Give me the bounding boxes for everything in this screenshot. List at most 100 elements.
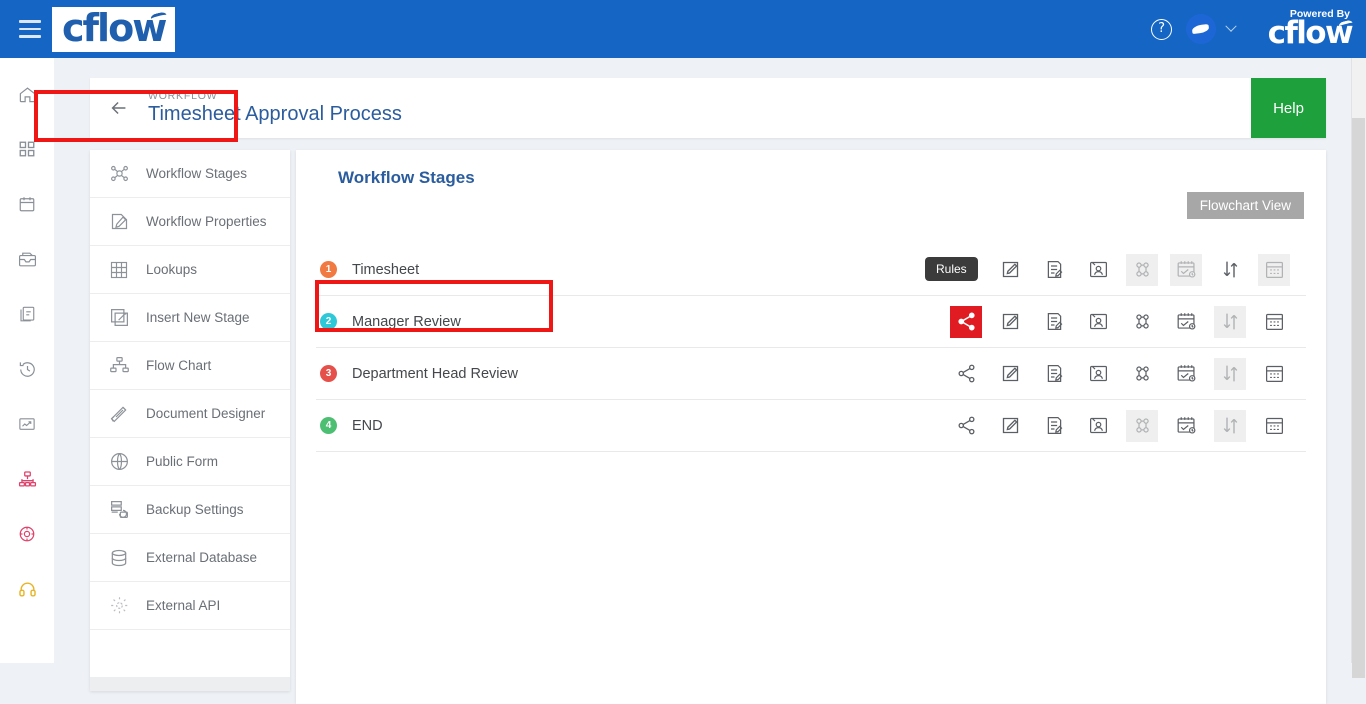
menu-item-public-form[interactable]: Public Form — [90, 438, 290, 486]
stage-action-group — [950, 357, 1306, 390]
calendar-grid-icon[interactable] — [1258, 410, 1290, 442]
question-mark-glyph: ? — [1151, 18, 1173, 40]
stage-name: Department Head Review — [352, 365, 519, 382]
database-icon — [108, 547, 130, 569]
parallel-flow-icon[interactable] — [1126, 306, 1158, 338]
rail-workflow-icon[interactable] — [12, 465, 42, 493]
globe-icon — [108, 451, 130, 473]
panel-title: Workflow Stages — [338, 168, 475, 187]
rail-apps-grid-icon[interactable] — [12, 135, 42, 163]
form-fields-icon[interactable] — [1038, 306, 1070, 338]
schedule-icon[interactable] — [1170, 358, 1202, 390]
insert-stage-icon — [108, 307, 130, 329]
rail-reports-icon[interactable] — [12, 410, 42, 438]
rail-settings-target-icon[interactable] — [12, 520, 42, 548]
flowchart-view-button[interactable]: Flowchart View — [1186, 192, 1304, 219]
rail-history-clock-icon[interactable] — [12, 355, 42, 383]
page-title: Timesheet Approval Process — [148, 103, 402, 125]
menu-spacer — [90, 630, 290, 675]
assign-user-icon[interactable] — [1082, 358, 1114, 390]
gear-api-icon — [108, 595, 130, 617]
breadcrumb-kicker: WORKFLOW — [148, 90, 218, 102]
rail-inbox-icon[interactable] — [12, 245, 42, 273]
rail-documents-icon[interactable] — [12, 300, 42, 328]
page-scrollbar-thumb[interactable] — [1352, 118, 1365, 678]
reorder-arrows-icon[interactable] — [1214, 409, 1246, 442]
stage-list: 1 Timesheet 2 Manager Review 3 Departmen… — [316, 244, 1306, 452]
assign-user-icon[interactable] — [1082, 410, 1114, 442]
hamburger-menu-icon[interactable] — [0, 0, 60, 58]
cflow-wordmark: cflow — [62, 6, 167, 50]
menu-label: Lookups — [146, 262, 198, 277]
assign-user-icon[interactable] — [1082, 254, 1114, 286]
edit-stage-icon[interactable] — [994, 306, 1026, 338]
assign-user-icon[interactable] — [1082, 306, 1114, 338]
rules-tooltip: Rules — [925, 257, 978, 281]
menu-item-lookups[interactable]: Lookups — [90, 246, 290, 294]
chevron-down-icon[interactable] — [1220, 0, 1242, 58]
menu-item-insert-new-stage[interactable]: Insert New Stage — [90, 294, 290, 342]
stage-name: END — [352, 417, 383, 434]
reorder-arrows-icon[interactable] — [1214, 254, 1246, 286]
form-fields-icon[interactable] — [1038, 410, 1070, 442]
rules-share-icon[interactable] — [950, 305, 982, 338]
calendar-grid-icon[interactable] — [1258, 253, 1290, 286]
menu-item-document-designer[interactable]: Document Designer — [90, 390, 290, 438]
menu-item-external-api[interactable]: External API — [90, 582, 290, 630]
parallel-flow-icon[interactable] — [1126, 358, 1158, 390]
stage-name: Timesheet — [352, 261, 420, 278]
rail-support-headset-icon[interactable] — [12, 575, 42, 603]
schedule-icon[interactable] — [1170, 306, 1202, 338]
schedule-icon[interactable] — [1170, 253, 1202, 286]
menu-item-backup-settings[interactable]: Backup Settings — [90, 486, 290, 534]
document-designer-icon — [108, 403, 130, 425]
menu-item-external-database[interactable]: External Database — [90, 534, 290, 582]
stage-row[interactable]: 3 Department Head Review — [316, 348, 1306, 400]
stage-row[interactable]: 2 Manager Review — [316, 296, 1306, 348]
stage-row[interactable]: 1 Timesheet — [316, 244, 1306, 296]
topbar-right-group: ? Powered By cflow — [1142, 0, 1366, 58]
menu-item-flow-chart[interactable]: Flow Chart — [90, 342, 290, 390]
edit-stage-icon[interactable] — [994, 410, 1026, 442]
user-avatar[interactable] — [1185, 14, 1216, 44]
parallel-flow-icon[interactable] — [1126, 409, 1158, 442]
page-header-card: WORKFLOW Timesheet Approval Process Help — [90, 78, 1326, 138]
reorder-arrows-icon[interactable] — [1214, 305, 1246, 338]
stage-number-badge: 4 — [320, 417, 337, 434]
edit-stage-icon[interactable] — [994, 358, 1026, 390]
stage-number-badge: 3 — [320, 365, 337, 382]
arrow-left-icon[interactable] — [90, 78, 148, 138]
rules-share-icon[interactable] — [950, 410, 982, 442]
cflow-logo[interactable]: cflow — [52, 6, 176, 52]
page-scrollbar-track[interactable] — [1351, 58, 1366, 678]
stage-name: Manager Review — [352, 313, 461, 330]
stage-action-group — [950, 305, 1306, 338]
schedule-icon[interactable] — [1170, 410, 1202, 442]
menu-label: Backup Settings — [146, 502, 244, 517]
menu-item-workflow-properties[interactable]: Workflow Properties — [90, 198, 290, 246]
reorder-arrows-icon[interactable] — [1214, 357, 1246, 390]
avatar-swoosh-icon — [1191, 23, 1210, 35]
edit-stage-icon[interactable] — [994, 254, 1026, 286]
calendar-grid-icon[interactable] — [1258, 306, 1290, 338]
help-button[interactable]: Help — [1251, 78, 1326, 138]
calendar-grid-icon[interactable] — [1258, 358, 1290, 390]
workflow-settings-menu: Workflow Stages Workflow Properties Look… — [90, 150, 290, 691]
menu-label: Document Designer — [146, 406, 266, 421]
rail-calendar-icon[interactable] — [12, 190, 42, 218]
menu-label: Workflow Properties — [146, 214, 267, 229]
menu-item-workflow-stages[interactable]: Workflow Stages — [90, 150, 290, 198]
page-title-group: WORKFLOW Timesheet Approval Process — [148, 90, 402, 126]
flow-chart-icon — [108, 355, 130, 377]
rail-home-icon[interactable] — [12, 80, 42, 108]
rules-share-icon[interactable] — [950, 358, 982, 390]
parallel-flow-icon[interactable] — [1126, 253, 1158, 286]
stage-number-badge: 1 — [320, 261, 337, 278]
stage-row[interactable]: 4 END — [316, 400, 1306, 452]
powered-by-wordmark: cflow — [1267, 14, 1354, 51]
form-fields-icon[interactable] — [1038, 254, 1070, 286]
form-fields-icon[interactable] — [1038, 358, 1070, 390]
help-question-icon[interactable]: ? — [1142, 0, 1182, 58]
left-icon-rail — [0, 58, 54, 663]
menu-footer-strip — [90, 677, 290, 691]
